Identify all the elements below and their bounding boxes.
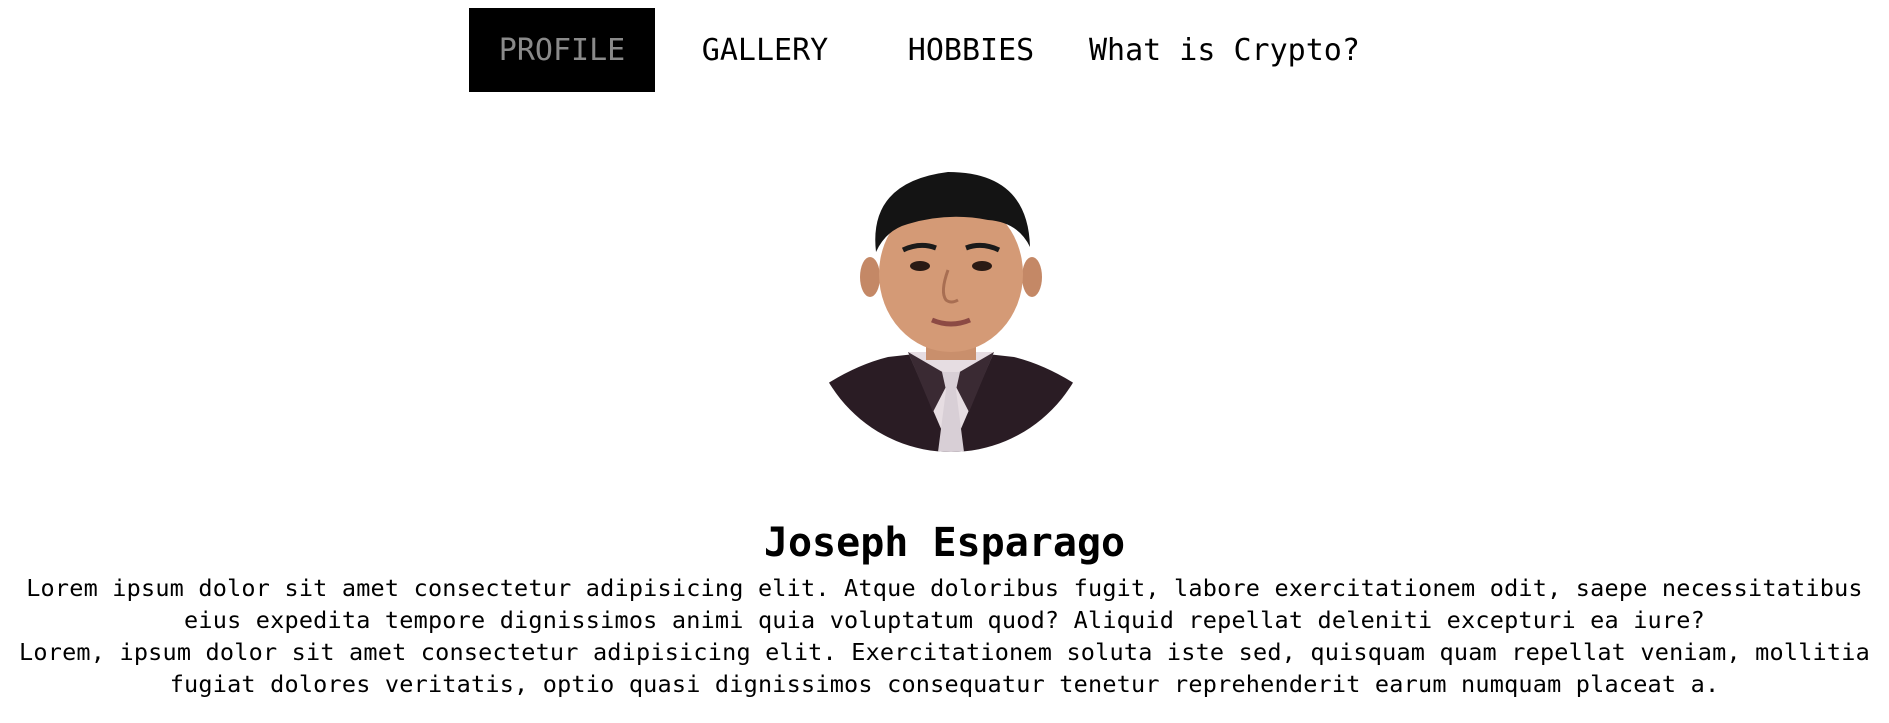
person-portrait-icon [808, 172, 1094, 452]
bio-paragraph: Lorem, ipsum dolor sit amet consectetur … [19, 638, 1870, 698]
main-nav: PROFILE GALLERY HOBBIES What is Crypto? [469, 8, 1417, 92]
profile-photo [808, 162, 1094, 452]
bio-paragraph: Lorem ipsum dolor sit amet consectetur a… [26, 574, 1863, 634]
nav-item-what-is-crypto[interactable]: What is Crypto? [1067, 8, 1417, 92]
profile-page: PROFILE GALLERY HOBBIES What is Crypto? [0, 0, 1889, 723]
nav-item-hobbies[interactable]: HOBBIES [875, 8, 1067, 92]
profile-name: Joseph Esparago [763, 519, 1126, 566]
nav-item-gallery[interactable]: GALLERY [655, 8, 875, 92]
nav-item-profile[interactable]: PROFILE [469, 8, 655, 92]
profile-bio: Lorem ipsum dolor sit amet consectetur a… [8, 572, 1881, 700]
